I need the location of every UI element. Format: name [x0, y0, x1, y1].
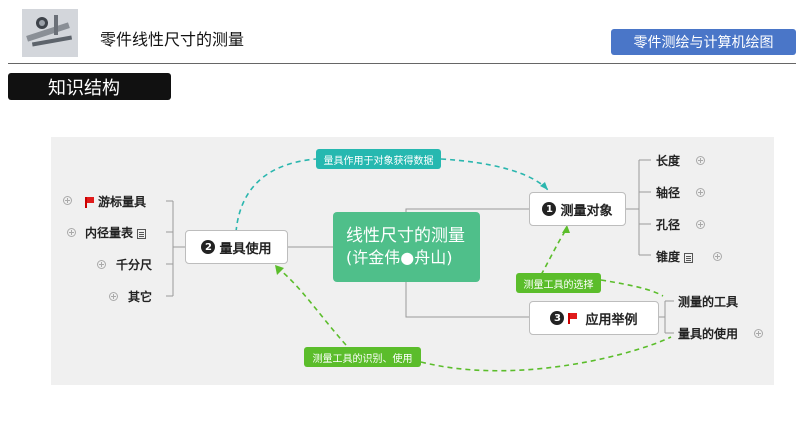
- branch-tool-use[interactable]: 2 量具使用: [185, 230, 288, 264]
- connector-tool-children: [166, 200, 185, 297]
- leaf-hole-diameter[interactable]: 孔径: [656, 216, 680, 233]
- leaf-shaft-diameter[interactable]: 轴径: [656, 184, 680, 201]
- expand-icon[interactable]: [67, 228, 76, 237]
- expand-icon[interactable]: [109, 292, 118, 301]
- central-topic[interactable]: 线性尺寸的测量 (许金伟●舟山): [333, 212, 480, 282]
- expand-icon[interactable]: [696, 220, 705, 229]
- leaf-tool-usage[interactable]: 量具的使用: [678, 325, 738, 342]
- leaf-micrometer[interactable]: 千分尺: [116, 256, 152, 273]
- branch-measure-object-label: 测量对象: [560, 203, 613, 219]
- number-badge-1: 1: [542, 202, 557, 216]
- arrow-head-green-up: [562, 225, 570, 233]
- flag-icon: [568, 312, 577, 324]
- measuring-tools-image: [22, 9, 78, 57]
- header-divider: [8, 63, 796, 64]
- leaf-length[interactable]: 长度: [656, 152, 680, 169]
- relation-tag-tool-purpose[interactable]: 量具作用于对象获得数据: [316, 149, 441, 169]
- note-icon: [137, 228, 147, 239]
- expand-icon[interactable]: [696, 156, 705, 165]
- central-topic-title: 线性尺寸的测量: [346, 226, 465, 246]
- number-badge-2: 2: [201, 240, 216, 254]
- expand-icon[interactable]: [97, 260, 106, 269]
- header-thumbnail: [22, 9, 78, 57]
- expand-icon[interactable]: [63, 196, 72, 205]
- central-topic-author: (许金伟●舟山): [346, 248, 453, 267]
- arrow-head-green-left: [275, 265, 284, 275]
- leaf-vernier-tools[interactable]: 游标量具: [85, 193, 146, 210]
- leaf-taper[interactable]: 锥度: [656, 248, 694, 265]
- flag-icon: [85, 197, 94, 208]
- branch-measure-object[interactable]: 1 测量对象: [529, 192, 626, 226]
- number-badge-3: 3: [550, 311, 565, 325]
- section-tab: 知识结构: [8, 73, 171, 100]
- expand-icon[interactable]: [754, 329, 763, 338]
- relation-tag-tool-recognition[interactable]: 测量工具的识别、使用: [304, 347, 421, 367]
- mindmap-canvas: 线性尺寸的测量 (许金伟●舟山) 2 量具使用 游标量具 内径量表 千分尺 其它…: [51, 137, 774, 385]
- connector-object-children: [626, 159, 651, 256]
- branch-tool-use-label: 量具使用: [219, 241, 272, 257]
- branch-examples[interactable]: 3 应用举例: [529, 301, 659, 335]
- branch-examples-label: 应用举例: [585, 312, 638, 328]
- expand-icon[interactable]: [696, 188, 705, 197]
- leaf-others[interactable]: 其它: [128, 288, 152, 305]
- course-badge: 零件测绘与计算机绘图: [611, 29, 796, 55]
- note-icon: [684, 252, 694, 263]
- page-title: 零件线性尺寸的测量: [100, 30, 245, 49]
- connector-example-children: [659, 300, 674, 334]
- leaf-inner-dial-gauge[interactable]: 内径量表: [85, 224, 147, 241]
- leaf-measuring-tools[interactable]: 测量的工具: [678, 293, 738, 310]
- relation-tag-tool-choice[interactable]: 测量工具的选择: [516, 273, 601, 293]
- expand-icon[interactable]: [713, 252, 722, 261]
